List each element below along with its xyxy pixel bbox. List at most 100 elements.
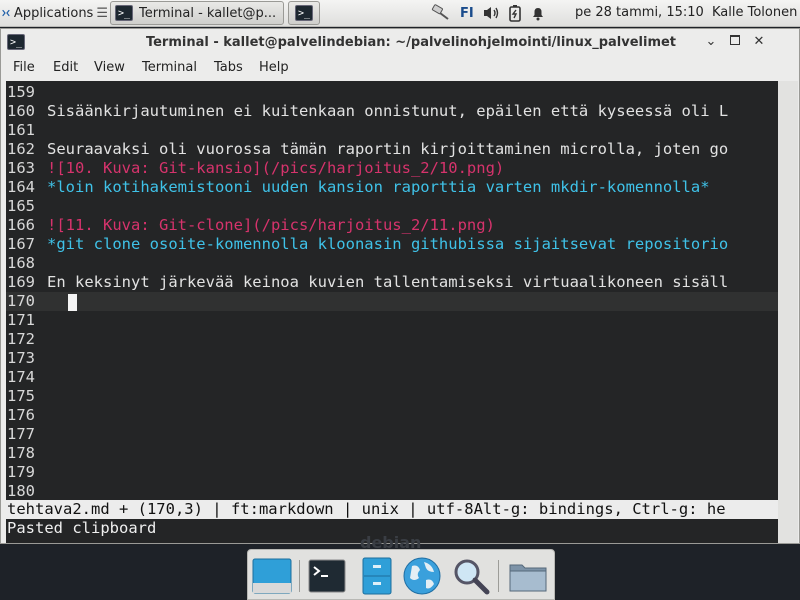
show-desktop-icon: [252, 558, 292, 594]
editor-line: 159: [6, 83, 778, 102]
editor-line: 176: [6, 406, 778, 425]
top-panel: Applications ☰ >_ Terminal - kallet@p...…: [0, 0, 800, 27]
dock-separator: [498, 560, 499, 592]
line-text: ![11. Kuva: Git-clone](/pics/harjoitus_2…: [47, 216, 495, 234]
system-tray: FI: [430, 0, 554, 26]
notification-bell-icon[interactable]: [530, 5, 546, 21]
line-number: 168: [7, 254, 35, 272]
line-text: Seuraavaksi oli vuorossa tämän raportin …: [47, 140, 729, 158]
battery-icon[interactable]: [508, 4, 522, 22]
line-number: 164: [7, 178, 35, 196]
dock-web-browser-button[interactable]: [401, 555, 443, 597]
line-text: *loin kotihakemistooni uuden kansion rap…: [47, 178, 710, 196]
menu-view[interactable]: View: [94, 60, 125, 75]
taskbar-terminal-button[interactable]: >_ Terminal - kallet@p...: [110, 1, 284, 25]
editor-line: 178: [6, 444, 778, 463]
editor-line: 160 Sisäänkirjautuminen ei kuitenkaan onn…: [6, 102, 778, 121]
clock[interactable]: pe 28 tammi, 15:10: [575, 5, 704, 20]
user-menu[interactable]: Kalle Tolonen: [712, 5, 797, 20]
line-number: 173: [7, 349, 35, 367]
terminal-scrollbar[interactable]: [778, 81, 798, 543]
editor-line: 169 En keksinyt järkevää keinoa kuvien ta…: [6, 273, 778, 292]
editor-status-bar: tehtava2.md + (170,3) | ft:markdown | un…: [6, 500, 778, 519]
menu-terminal[interactable]: Terminal: [142, 60, 197, 75]
minimize-button[interactable]: ⌄: [704, 35, 718, 49]
line-number: 171: [7, 311, 35, 329]
globe-icon: [403, 557, 441, 595]
line-text: ![10. Kuva: Git-kansio](/pics/harjoitus_…: [47, 159, 505, 177]
editor-line: 172: [6, 330, 778, 349]
menu-help[interactable]: Help: [259, 60, 289, 75]
editor-line: 163 ![10. Kuva: Git-kansio](/pics/harjoit…: [6, 159, 778, 178]
line-number: 174: [7, 368, 35, 386]
editor-line: 179: [6, 463, 778, 482]
editor-line: 170: [6, 292, 778, 311]
editor-line: 177: [6, 425, 778, 444]
volume-icon[interactable]: [482, 5, 500, 21]
show-desktop-button[interactable]: [251, 555, 293, 597]
editor-line: 162 Seuraavaksi oli vuorossa tämän raport…: [6, 140, 778, 159]
menu-tabs[interactable]: Tabs: [214, 60, 243, 75]
line-number: 160: [7, 102, 35, 120]
folder-icon: [509, 564, 547, 592]
line-number: 177: [7, 425, 35, 443]
window-title: Terminal - kallet@palvelindebian: ~/palv…: [145, 35, 677, 50]
line-number: 161: [7, 121, 35, 139]
applications-menu-button[interactable]: Applications ☰: [2, 1, 108, 25]
line-number: 170: [7, 292, 35, 310]
dock-separator: [299, 560, 300, 592]
line-number: 162: [7, 140, 35, 158]
line-number: 165: [7, 197, 35, 215]
editor-line: 161: [6, 121, 778, 140]
menu-edit[interactable]: Edit: [53, 60, 78, 75]
line-number: 172: [7, 330, 35, 348]
terminal-content[interactable]: 159 160 Sisäänkirjautuminen ei kuitenkaan …: [6, 81, 778, 543]
editor-line: 168: [6, 254, 778, 273]
network-icon[interactable]: [430, 4, 452, 22]
taskbar-active-terminal-button[interactable]: >_: [288, 1, 320, 25]
terminal-icon: >_: [115, 5, 133, 21]
magnifier-icon: [454, 559, 490, 595]
taskbar-terminal-label: Terminal - kallet@p...: [139, 5, 277, 21]
line-number: 169: [7, 273, 35, 291]
dock: [247, 549, 555, 600]
line-number: 176: [7, 406, 35, 424]
editor-line: 167 *git clone osoite-komennolla kloonasi…: [6, 235, 778, 254]
applications-label: Applications: [13, 5, 94, 21]
editor-line: 173: [6, 349, 778, 368]
applications-separator: ☰: [96, 5, 108, 21]
editor-line: 174: [6, 368, 778, 387]
line-number: 166: [7, 216, 35, 234]
editor-line: 171: [6, 311, 778, 330]
terminal-app-icon: [308, 559, 346, 593]
line-number: 178: [7, 444, 35, 462]
editor-line: 166 ![11. Kuva: Git-clone](/pics/harjoitu…: [6, 216, 778, 235]
terminal-icon: >_: [295, 5, 313, 21]
dock-terminal-button[interactable]: [306, 555, 348, 597]
xfce-mouse-icon: [2, 9, 10, 17]
line-text: Sisäänkirjautuminen ei kuitenkaan onnist…: [47, 102, 729, 120]
line-number: 159: [7, 83, 35, 101]
dock-home-folder-button[interactable]: [507, 555, 549, 597]
line-number: 175: [7, 387, 35, 405]
keyboard-layout-indicator[interactable]: FI: [460, 6, 474, 21]
file-cabinet-icon: [362, 557, 392, 595]
text-cursor: [68, 294, 77, 311]
line-number: 167: [7, 235, 35, 253]
dock-file-manager-button[interactable]: [356, 555, 398, 597]
line-number: 180: [7, 482, 35, 500]
dock-app-finder-button[interactable]: [450, 555, 492, 597]
line-number: 179: [7, 463, 35, 481]
maximize-button[interactable]: [728, 35, 742, 49]
line-number: 163: [7, 159, 35, 177]
editor-line: 165: [6, 197, 778, 216]
menu-bar: File Edit View Terminal Tabs Help: [1, 57, 799, 79]
line-text: En keksinyt järkevää keinoa kuvien talle…: [47, 273, 729, 291]
line-text: *git clone osoite-komennolla kloonasin g…: [47, 235, 729, 253]
menu-file[interactable]: File: [13, 60, 35, 75]
editor-line: 175: [6, 387, 778, 406]
close-button[interactable]: ✕: [752, 35, 766, 49]
editor-line: 164 *loin kotihakemistooni uuden kansion …: [6, 178, 778, 197]
editor-line: 180: [6, 482, 778, 501]
window-titlebar[interactable]: >_ Terminal - kallet@palvelindebian: ~/p…: [1, 29, 799, 57]
